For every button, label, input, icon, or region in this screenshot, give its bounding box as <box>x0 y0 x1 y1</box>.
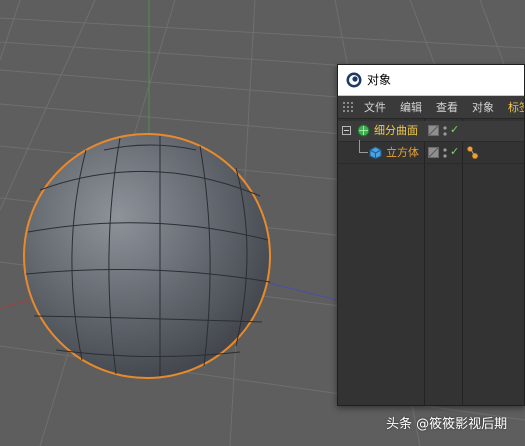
object-manager-titlebar[interactable]: 对象 <box>338 65 524 96</box>
object-row-cube[interactable]: 立方体 ✓ <box>338 140 524 164</box>
object-list[interactable]: 细分曲面 ✓ 立方体 ✓ <box>338 119 524 405</box>
object-row-subdivision[interactable]: 细分曲面 ✓ <box>338 121 524 142</box>
tree-connector <box>359 140 368 153</box>
menu-tags[interactable]: 标签 <box>508 100 524 115</box>
cube-icon <box>369 146 382 159</box>
layer-toggle-icon[interactable] <box>428 147 439 158</box>
enabled-check-icon[interactable]: ✓ <box>450 123 459 137</box>
subdivided-sphere[interactable] <box>23 133 271 379</box>
menu-object[interactable]: 对象 <box>472 100 494 115</box>
enabled-check-icon[interactable]: ✓ <box>450 145 459 159</box>
object-manager-menubar: 文件 编辑 查看 对象 标签 <box>338 96 524 119</box>
object-name[interactable]: 细分曲面 <box>374 124 418 138</box>
menu-view[interactable]: 查看 <box>436 100 458 115</box>
object-manager-title: 对象 <box>367 73 392 87</box>
grip-handle-icon[interactable] <box>343 102 355 113</box>
cinema4d-logo-icon <box>346 72 362 88</box>
menu-edit[interactable]: 编辑 <box>400 100 422 115</box>
object-name[interactable]: 立方体 <box>386 146 419 160</box>
visibility-dots-icon[interactable] <box>442 125 448 137</box>
menu-file[interactable]: 文件 <box>364 100 386 115</box>
layer-toggle-icon[interactable] <box>428 125 439 136</box>
collapse-toggle-icon[interactable] <box>342 126 351 135</box>
object-manager-window[interactable]: 对象 文件 编辑 查看 对象 标签 细分曲面 <box>337 64 525 406</box>
phong-tag-icon[interactable] <box>466 145 480 161</box>
visibility-dots-icon[interactable] <box>442 147 448 159</box>
subdivision-surface-icon <box>357 124 370 137</box>
watermark-text: 头条 @筱筱影视后期 <box>386 417 508 432</box>
